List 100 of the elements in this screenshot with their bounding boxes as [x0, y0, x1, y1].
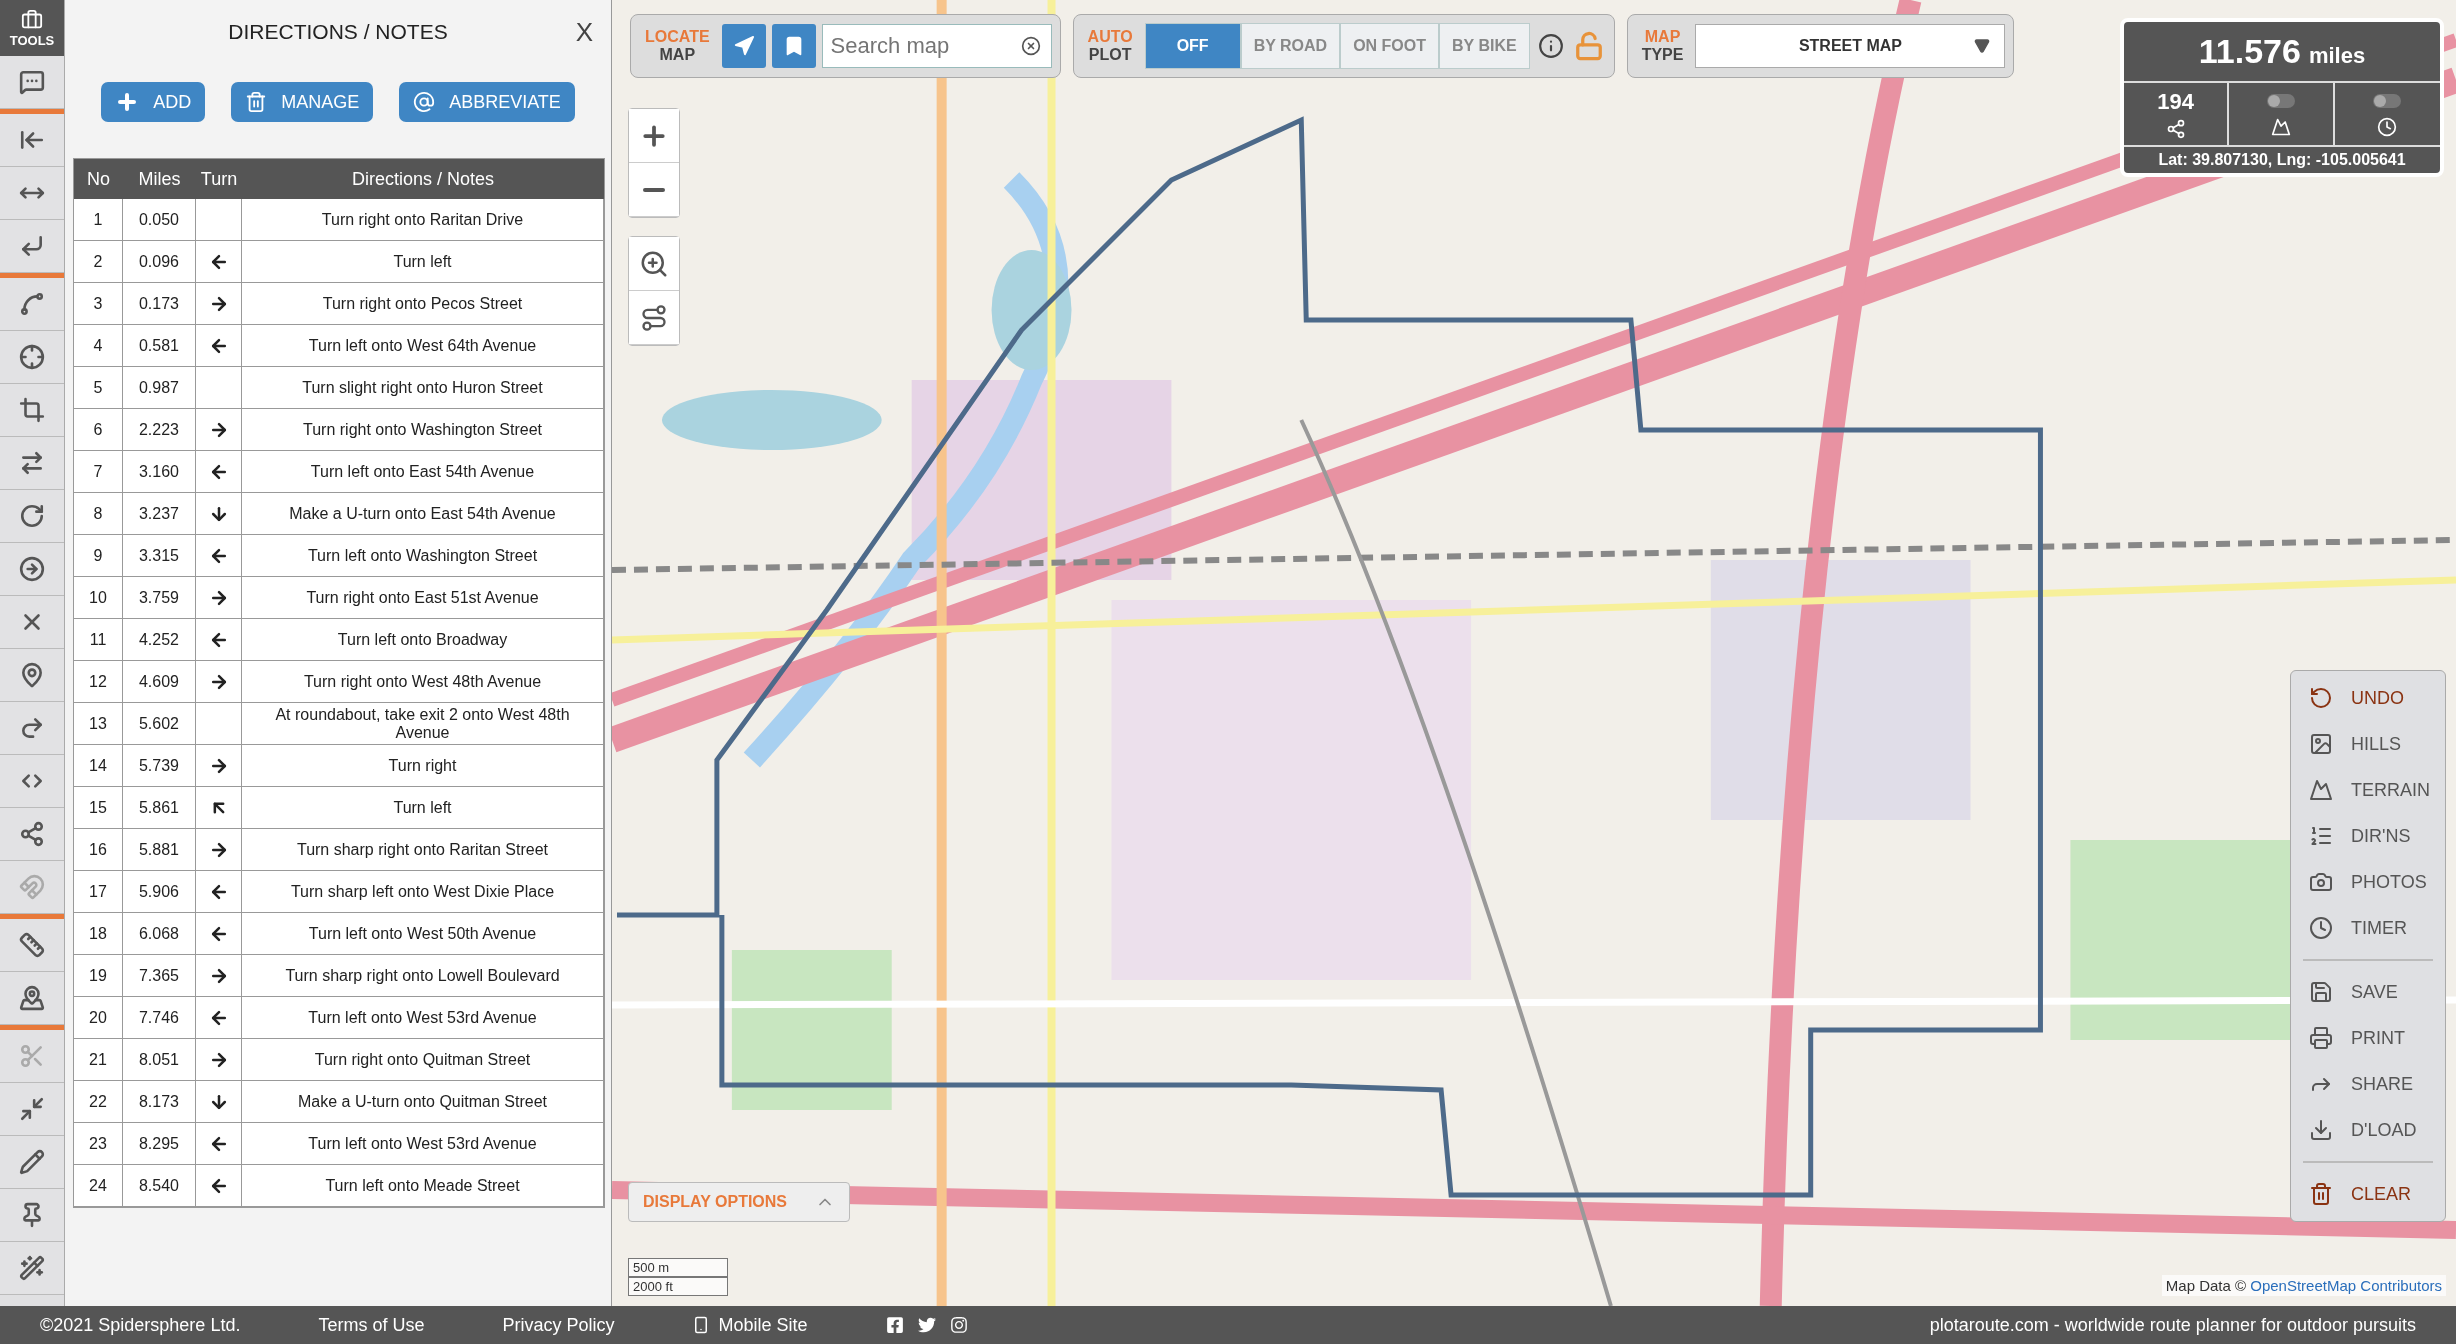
- direction-cell: Turn left onto West 64th Avenue: [242, 325, 604, 367]
- row-number-cell: 13: [74, 703, 123, 745]
- direction-cell: Turn right onto West 48th Avenue: [242, 661, 604, 703]
- speech-bubble-icon: [19, 69, 45, 95]
- numbered-list-icon: [2309, 824, 2333, 848]
- miles-cell: 4.609: [123, 661, 196, 703]
- menu-item[interactable]: CLEAR: [2291, 1171, 2445, 1217]
- footer-link[interactable]: Terms of Use: [318, 1314, 425, 1336]
- caret-icon: [1974, 38, 1991, 54]
- elevation-toggle[interactable]: [2267, 94, 2295, 108]
- miles-cell: 5.906: [123, 871, 196, 913]
- mobile-site-link[interactable]: Mobile Site: [692, 1314, 808, 1336]
- metric-scale: 500 m: [628, 1258, 728, 1277]
- menu-item[interactable]: TERRAIN: [2291, 767, 2445, 813]
- close-button[interactable]: X: [569, 16, 599, 49]
- timer-toggle[interactable]: [2373, 94, 2402, 108]
- plot-mode-button[interactable]: BY ROAD: [1240, 23, 1341, 69]
- bookmark-button[interactable]: [771, 24, 816, 68]
- menu-item[interactable]: PRINT: [2291, 1015, 2445, 1061]
- locate-button[interactable]: [721, 24, 766, 68]
- coordinates-text: Lat: 39.807130, Lng: -105.005641: [2157, 150, 2407, 170]
- direction-cell: Turn sharp right onto Lowell Boulevard: [242, 955, 604, 997]
- menu-item[interactable]: SHARE: [2291, 1061, 2445, 1107]
- plot-mode-button[interactable]: BY BIKE: [1439, 23, 1530, 69]
- menu-item[interactable]: HILLS: [2291, 721, 2445, 767]
- column-header: Turn: [196, 159, 242, 199]
- miles-cell: 0.096: [123, 241, 196, 283]
- ruler-icon: [19, 932, 45, 958]
- rotate-icon: [19, 503, 45, 529]
- miles-cell: 6.068: [123, 913, 196, 955]
- plot-label: PLOT: [1088, 46, 1132, 64]
- menu-item[interactable]: DIR'NS: [2291, 813, 2445, 859]
- row-number-cell: 1: [74, 199, 123, 241]
- footer-link[interactable]: Privacy Policy: [502, 1314, 615, 1336]
- map-label: MAP: [659, 46, 696, 64]
- add-button[interactable]: ADD: [101, 82, 206, 122]
- menu-item[interactable]: D'LOAD: [2291, 1107, 2445, 1153]
- direction-cell: At roundabout, take exit 2 onto West 48th Avenue: [242, 703, 604, 745]
- miles-cell: 0.173: [123, 283, 196, 325]
- miles-cell: 3.315: [123, 535, 196, 577]
- menu-item[interactable]: SAVE: [2291, 969, 2445, 1015]
- menu-item[interactable]: TIMER: [2291, 905, 2445, 951]
- info-icon: [1537, 33, 1564, 59]
- miles-cell: 7.365: [123, 955, 196, 997]
- direction-cell: Turn left onto Washington Street: [242, 535, 604, 577]
- share-icon: [19, 821, 45, 847]
- row-number-cell: 19: [74, 955, 123, 997]
- swap-arrows-icon: [19, 450, 45, 476]
- direction-cell: Make a U-turn onto East 54th Avenue: [242, 493, 604, 535]
- corner-arrow-icon: [19, 233, 45, 259]
- instagram-icon[interactable]: [949, 1316, 968, 1334]
- twitter-icon[interactable]: [917, 1316, 936, 1334]
- menu-item[interactable]: PHOTOS: [2291, 859, 2445, 905]
- direction-cell: Turn left onto West 50th Avenue: [242, 913, 604, 955]
- mountain-icon: [2271, 117, 2291, 137]
- miles-cell: 8.295: [123, 1123, 196, 1165]
- openstreetmap-link[interactable]: OpenStreetMap Contributors: [2250, 1277, 2442, 1294]
- zoom-in-button[interactable]: [629, 109, 679, 163]
- tools-label: TOOLS: [9, 32, 55, 48]
- compress-arrows-icon: [19, 1096, 45, 1122]
- map-type-dropdown[interactable]: STREET MAP: [1695, 24, 2006, 68]
- direction-cell: Turn left onto Broadway: [242, 619, 604, 661]
- camera-icon: [2309, 870, 2333, 894]
- direction-cell: Turn sharp right onto Raritan Street: [242, 829, 604, 871]
- copyright-text: ©2021 Spidersphere Ltd.: [40, 1314, 241, 1336]
- type-label: TYPE: [1641, 46, 1684, 64]
- facebook-icon[interactable]: [885, 1316, 904, 1334]
- toolbox-icon: [21, 8, 43, 31]
- miles-cell: 5.739: [123, 745, 196, 787]
- abbreviate-button[interactable]: ABBREVIATE: [399, 82, 575, 122]
- distance-value: 11.576: [2198, 32, 2301, 71]
- column-header: No: [74, 159, 123, 199]
- row-number-cell: 6: [74, 409, 123, 451]
- miles-cell: 3.759: [123, 577, 196, 619]
- miles-cell: 3.160: [123, 451, 196, 493]
- direction-cell: Turn left onto Meade Street: [242, 1165, 604, 1207]
- miles-cell: 8.540: [123, 1165, 196, 1207]
- direction-cell: Turn right: [242, 745, 604, 787]
- row-number-cell: 4: [74, 325, 123, 367]
- row-number-cell: 22: [74, 1081, 123, 1123]
- menu-item[interactable]: UNDO: [2291, 675, 2445, 721]
- direction-cell: Turn left onto West 53rd Avenue: [242, 997, 604, 1039]
- plot-mode-button[interactable]: ON FOOT: [1340, 23, 1440, 69]
- minus-icon: [643, 187, 665, 192]
- share-icon: [2165, 119, 2186, 139]
- plot-mode-button[interactable]: OFF: [1144, 23, 1241, 69]
- tools-header[interactable]: TOOLS: [0, 0, 64, 56]
- direction-cell: Turn right onto Washington Street: [242, 409, 604, 451]
- miles-cell: 5.861: [123, 787, 196, 829]
- miles-cell: 3.237: [123, 493, 196, 535]
- zoom-to-route-button[interactable]: [629, 237, 679, 291]
- trash-icon: [2309, 1182, 2333, 1206]
- row-number-cell: 17: [74, 871, 123, 913]
- direction-cell: Turn left onto West 53rd Avenue: [242, 1123, 604, 1165]
- pencil-icon: [19, 1149, 45, 1175]
- miles-cell: 7.746: [123, 997, 196, 1039]
- direction-cell: Turn right onto Pecos Street: [242, 283, 604, 325]
- miles-cell: 5.602: [123, 703, 196, 745]
- row-number-cell: 23: [74, 1123, 123, 1165]
- manage-button[interactable]: MANAGE: [231, 82, 374, 122]
